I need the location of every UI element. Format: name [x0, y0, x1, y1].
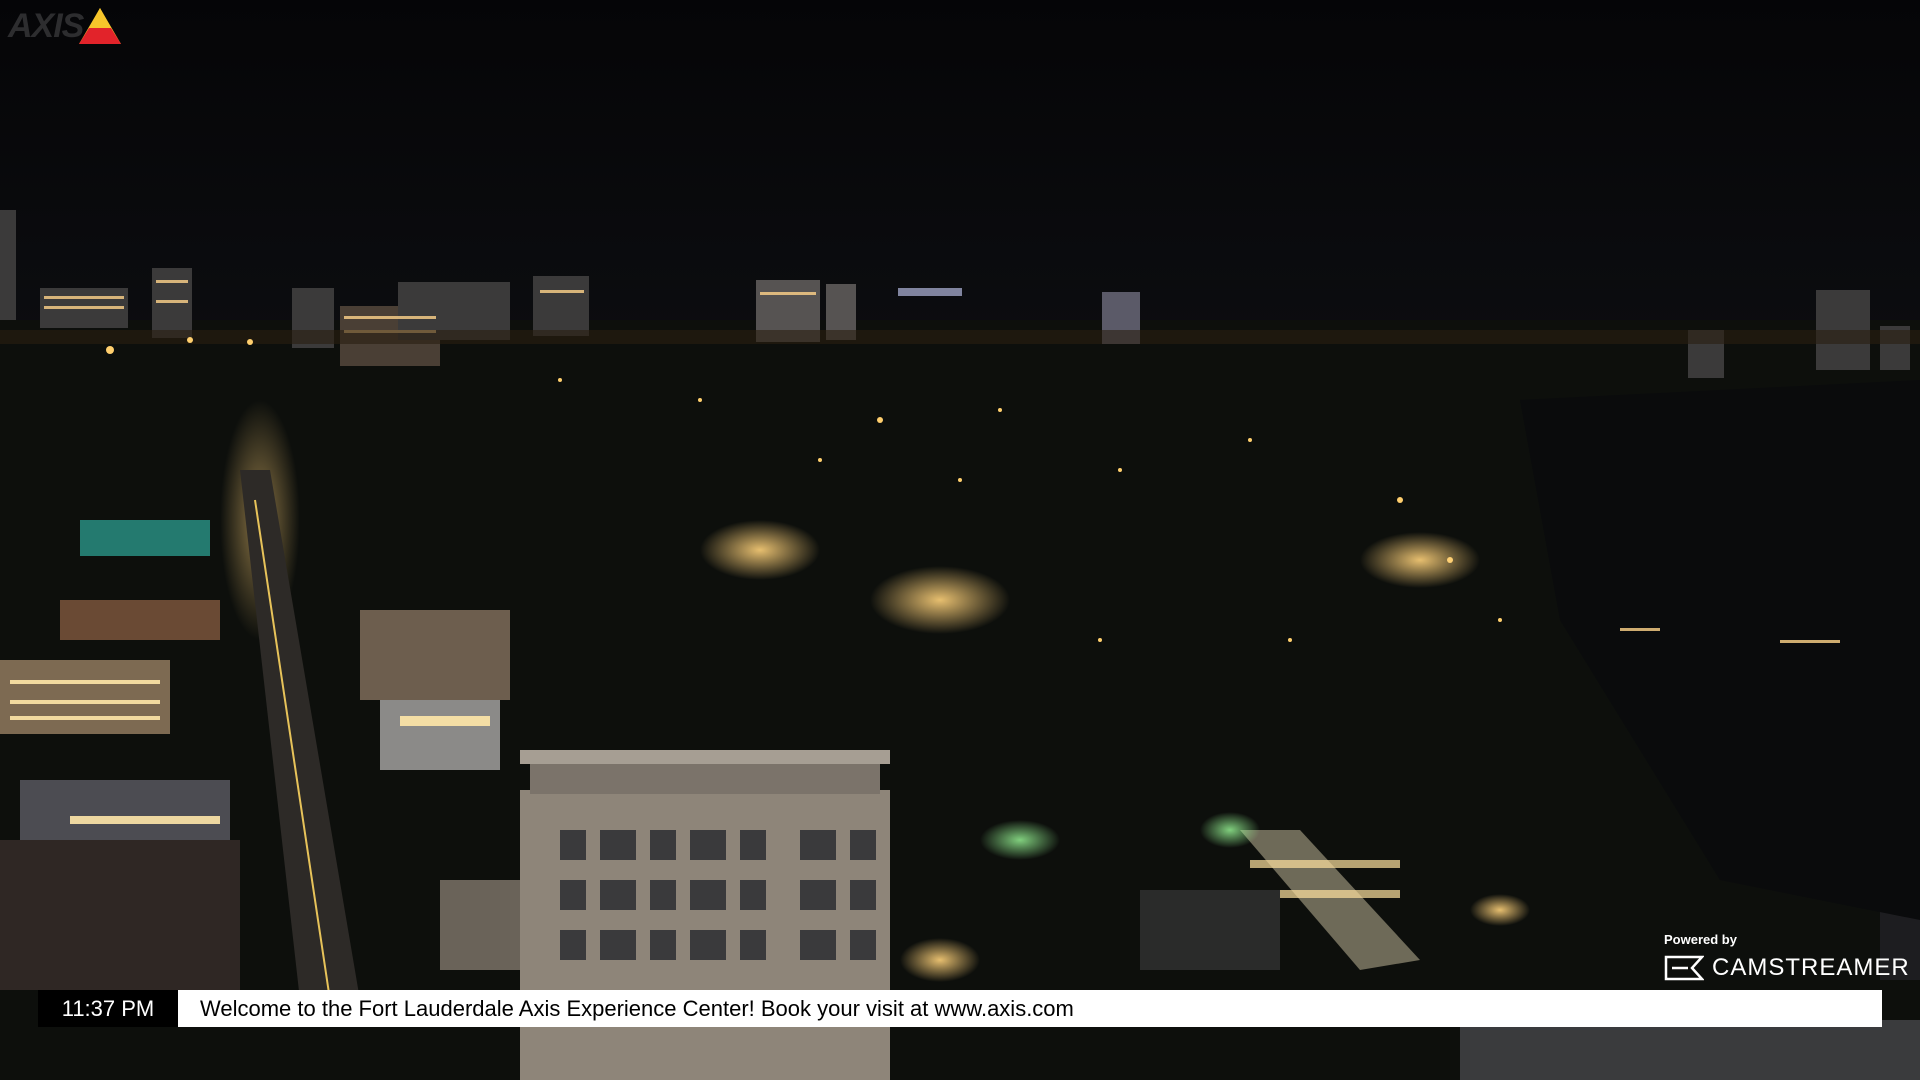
info-ticker: 11:37 PM Welcome to the Fort Lauderdale … — [38, 990, 1882, 1027]
foreground-tower — [520, 750, 890, 1080]
camstreamer-name: CAMSTREAMER — [1712, 954, 1910, 981]
axis-logo-triangle-icon — [79, 8, 122, 44]
night-city-camera-view — [0, 0, 1920, 1080]
axis-logo-text: AXIS — [8, 6, 84, 45]
clock-time: 11:37 PM — [38, 990, 178, 1027]
camstreamer-logo: CAMSTREAMER — [1664, 954, 1910, 982]
ticker-message: Welcome to the Fort Lauderdale Axis Expe… — [178, 990, 1882, 1027]
camstreamer-logo-icon — [1664, 955, 1704, 981]
powered-by-label: Powered by — [1664, 932, 1737, 947]
axis-logo: AXIS — [8, 4, 123, 48]
